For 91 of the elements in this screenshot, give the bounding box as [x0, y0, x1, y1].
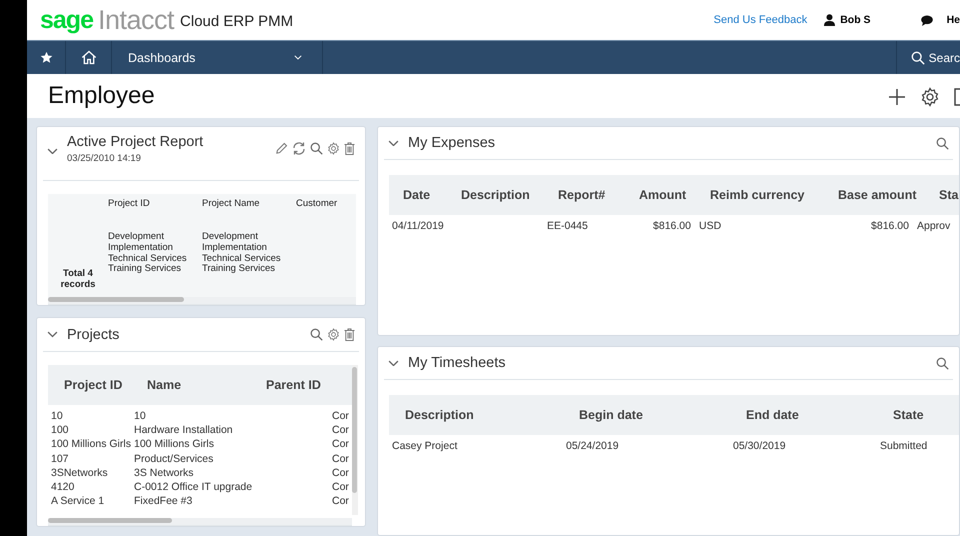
- column-header[interactable]: Amount: [639, 188, 686, 202]
- table-cell: Hardware Installation: [134, 424, 233, 436]
- table-cell: 3SNetworks: [51, 466, 108, 479]
- column-header[interactable]: Date: [403, 188, 430, 202]
- table-cell: 04/11/2019: [392, 220, 444, 232]
- edit-icon[interactable]: [275, 142, 288, 155]
- table-cell: 05/24/2019: [566, 440, 619, 452]
- settings-icon[interactable]: [920, 87, 940, 107]
- table-cell: 4120: [51, 481, 74, 494]
- star-icon: [40, 51, 52, 64]
- column-header[interactable]: Customer: [296, 198, 338, 209]
- logo-brand: sage: [40, 6, 93, 34]
- table-cell: Casey Project: [392, 440, 458, 452]
- search-button[interactable]: Searc: [896, 41, 960, 74]
- table-cell: Submitted: [880, 440, 928, 452]
- feedback-link[interactable]: Send Us Feedback: [714, 14, 808, 26]
- search-icon[interactable]: [310, 328, 323, 341]
- help-link[interactable]: He: [946, 14, 960, 26]
- column-header[interactable]: State: [893, 408, 924, 422]
- chevron-icon: [46, 148, 58, 154]
- column-header[interactable]: Parent ID: [266, 378, 321, 392]
- column-header[interactable]: Project Name: [202, 198, 260, 209]
- table-cell: C-0012 Office IT upgrade: [134, 481, 252, 494]
- table-cell: Product/Services: [134, 452, 214, 465]
- search-icon[interactable]: [936, 356, 949, 370]
- table-cell: 100 Millions Girls: [134, 438, 214, 450]
- table-cell: 3S Networks: [134, 466, 194, 479]
- table-cell: Approv: [917, 220, 950, 232]
- search-icon[interactable]: [310, 142, 323, 155]
- column-header[interactable]: Name: [147, 378, 182, 392]
- table-cell: Cor: [332, 495, 349, 508]
- table-cell: A Service 1: [51, 495, 104, 508]
- column-header[interactable]: Description: [461, 188, 530, 202]
- vertical-scrollbar[interactable]: [352, 365, 358, 515]
- table-cell: Development Implementation Technical Services Training Services: [202, 231, 281, 274]
- page-title: Employee: [48, 82, 155, 110]
- card-title: My Expenses: [408, 135, 496, 151]
- chat-icon[interactable]: [920, 14, 933, 26]
- panel-icon[interactable]: [954, 88, 960, 106]
- search-icon[interactable]: [910, 50, 925, 64]
- horizontal-scrollbar[interactable]: [48, 518, 352, 526]
- refresh-icon[interactable]: [292, 142, 306, 155]
- chevron-icon: [46, 331, 58, 338]
- table-cell: 10: [51, 410, 63, 422]
- user-icon: [824, 14, 836, 26]
- dashboards-menu[interactable]: Dashboards: [112, 41, 323, 74]
- table-cell: Cor: [332, 410, 349, 422]
- chevron-icon: [388, 360, 398, 366]
- table-cell: Development Implementation Technical Services Training Services: [108, 231, 187, 274]
- table-cell: Cor: [332, 466, 349, 479]
- table-cell: Cor: [332, 424, 349, 436]
- delete-icon[interactable]: [344, 142, 355, 155]
- table-cell: $816.00: [871, 220, 909, 232]
- chevron-icon: [294, 55, 302, 60]
- horizontal-scrollbar[interactable]: [48, 297, 356, 305]
- table-cell: EE-0445: [547, 220, 588, 232]
- search-icon[interactable]: [936, 136, 949, 150]
- settings-icon[interactable]: [327, 142, 340, 155]
- column-header[interactable]: Description: [405, 408, 474, 422]
- table-cell: USD: [699, 220, 722, 232]
- column-header[interactable]: End date: [746, 408, 799, 422]
- card-title: Projects: [67, 326, 120, 342]
- home-icon: [80, 50, 96, 65]
- table-cell: Cor: [332, 481, 349, 494]
- table-cell: 107: [51, 452, 69, 465]
- column-header[interactable]: Begin date: [579, 408, 643, 422]
- table-cell: 100 Millions Girls: [51, 438, 131, 450]
- table-cell: Cor: [332, 438, 349, 450]
- column-header[interactable]: Project ID: [108, 198, 150, 209]
- settings-icon[interactable]: [327, 328, 340, 341]
- chevron-icon: [388, 140, 398, 146]
- table-cell: 100: [51, 424, 69, 436]
- user-menu[interactable]: Bob S: [840, 14, 871, 26]
- column-header[interactable]: Base amount: [838, 188, 916, 202]
- column-header[interactable]: Report#: [558, 188, 606, 202]
- column-header[interactable]: Reimb currency: [710, 188, 804, 202]
- app-name: Cloud ERP PMM: [180, 13, 294, 30]
- report-timestamp: 03/25/2010 14:19: [67, 153, 142, 164]
- column-header[interactable]: Project ID: [64, 378, 122, 392]
- table-cell: 10: [134, 410, 146, 422]
- add-icon[interactable]: [888, 88, 906, 106]
- card-title: Active Project Report: [67, 134, 204, 150]
- table-cell: FixedFee #3: [134, 495, 192, 508]
- record-count: Total 4 records: [60, 268, 96, 290]
- table-cell: 05/30/2019: [733, 440, 786, 452]
- logo-product: Intacct: [98, 4, 174, 36]
- table-cell: $816.00: [653, 220, 691, 232]
- table-cell: Cor: [332, 452, 349, 465]
- column-header[interactable]: Sta: [939, 188, 958, 202]
- delete-icon[interactable]: [344, 328, 355, 341]
- card-title: My Timesheets: [408, 355, 506, 371]
